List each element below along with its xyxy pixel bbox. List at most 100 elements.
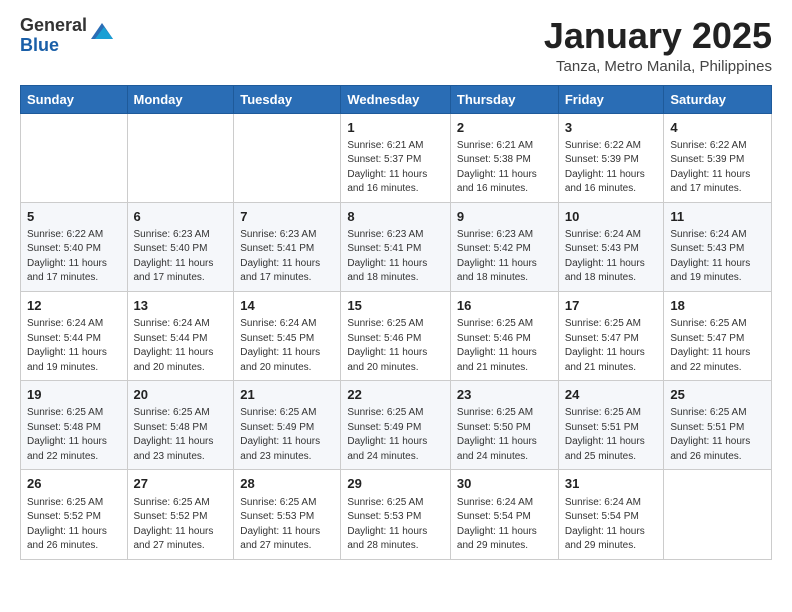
calendar-cell: 17 Sunrise: 6:25 AMSunset: 5:47 PMDayligh… [558, 291, 664, 380]
calendar-cell: 14 Sunrise: 6:24 AMSunset: 5:45 PMDayligh… [234, 291, 341, 380]
day-info: Sunrise: 6:25 AMSunset: 5:46 PMDaylight:… [457, 317, 552, 375]
calendar-cell: 24 Sunrise: 6:25 AMSunset: 5:51 PMDayligh… [558, 381, 664, 470]
calendar-week-row: 1 Sunrise: 6:21 AMSunset: 5:37 PMDaylight… [21, 113, 772, 202]
day-info: Sunrise: 6:25 AMSunset: 5:49 PMDaylight:… [240, 406, 334, 464]
calendar-cell: 9 Sunrise: 6:23 AMSunset: 5:42 PMDaylight… [450, 202, 558, 291]
calendar-cell: 7Sunrise: 6:23 AMSunset: 5:41 PMDaylight… [234, 202, 341, 291]
calendar-cell: 13 Sunrise: 6:24 AMSunset: 5:44 PMDayligh… [127, 291, 234, 380]
calendar-cell: 15Sunrise: 6:25 AMSunset: 5:46 PMDayligh… [341, 291, 451, 380]
day-info: Sunrise: 6:21 AMSunset: 5:37 PMDaylight:… [347, 139, 444, 197]
calendar-cell: 31Sunrise: 6:24 AMSunset: 5:54 PMDayligh… [558, 470, 664, 559]
calendar-cell: 30 Sunrise: 6:24 AMSunset: 5:54 PMDayligh… [450, 470, 558, 559]
location-subtitle: Tanza, Metro Manila, Philippines [544, 58, 772, 75]
day-info: Sunrise: 6:24 AMSunset: 5:45 PMDaylight:… [240, 317, 334, 375]
calendar-cell [21, 113, 128, 202]
calendar-cell: 16 Sunrise: 6:25 AMSunset: 5:46 PMDayligh… [450, 291, 558, 380]
title-area: January 2025 Tanza, Metro Manila, Philip… [544, 16, 772, 75]
day-info: Sunrise: 6:24 AMSunset: 5:44 PMDaylight:… [27, 317, 121, 375]
calendar-cell: 2Sunrise: 6:21 AMSunset: 5:38 PMDaylight… [450, 113, 558, 202]
day-number: 14 [240, 297, 334, 315]
day-number: 25 [670, 386, 765, 404]
day-number: 16 [457, 297, 552, 315]
day-number: 10 [565, 208, 658, 226]
day-number: 27 [134, 475, 228, 493]
calendar-header-row: SundayMondayTuesdayWednesdayThursdayFrid… [21, 85, 772, 113]
day-number: 22 [347, 386, 444, 404]
day-info: Sunrise: 6:25 AMSunset: 5:47 PMDaylight:… [670, 317, 765, 375]
day-info: Sunrise: 6:25 AMSunset: 5:53 PMDaylight:… [347, 496, 444, 554]
calendar-cell: 18Sunrise: 6:25 AMSunset: 5:47 PMDayligh… [664, 291, 772, 380]
calendar-header-friday: Friday [558, 85, 664, 113]
logo-icon [91, 21, 113, 43]
calendar-header-tuesday: Tuesday [234, 85, 341, 113]
page-header: General Blue January 2025 Tanza, Metro M… [20, 16, 772, 75]
logo-general-text: General [20, 16, 87, 36]
calendar-cell: 8 Sunrise: 6:23 AMSunset: 5:41 PMDaylight… [341, 202, 451, 291]
day-number: 29 [347, 475, 444, 493]
calendar-week-row: 5 Sunrise: 6:22 AMSunset: 5:40 PMDaylight… [21, 202, 772, 291]
day-info: Sunrise: 6:24 AMSunset: 5:43 PMDaylight:… [670, 228, 765, 286]
day-info: Sunrise: 6:25 AMSunset: 5:50 PMDaylight:… [457, 406, 552, 464]
calendar-cell: 21 Sunrise: 6:25 AMSunset: 5:49 PMDayligh… [234, 381, 341, 470]
calendar-header-sunday: Sunday [21, 85, 128, 113]
calendar-header-thursday: Thursday [450, 85, 558, 113]
calendar-cell: 29 Sunrise: 6:25 AMSunset: 5:53 PMDayligh… [341, 470, 451, 559]
calendar-cell: 6Sunrise: 6:23 AMSunset: 5:40 PMDaylight… [127, 202, 234, 291]
day-info: Sunrise: 6:22 AMSunset: 5:39 PMDaylight:… [670, 139, 765, 197]
calendar-cell: 19 Sunrise: 6:25 AMSunset: 5:48 PMDayligh… [21, 381, 128, 470]
day-info: Sunrise: 6:25 AMSunset: 5:51 PMDaylight:… [565, 406, 658, 464]
day-info: Sunrise: 6:23 AMSunset: 5:41 PMDaylight:… [240, 228, 334, 286]
calendar-header-monday: Monday [127, 85, 234, 113]
day-number: 3 [565, 119, 658, 137]
day-number: 24 [565, 386, 658, 404]
day-number: 6 [134, 208, 228, 226]
day-number: 17 [565, 297, 658, 315]
day-number: 21 [240, 386, 334, 404]
day-info: Sunrise: 6:25 AMSunset: 5:47 PMDaylight:… [565, 317, 658, 375]
calendar-cell: 20Sunrise: 6:25 AMSunset: 5:48 PMDayligh… [127, 381, 234, 470]
day-number: 9 [457, 208, 552, 226]
calendar-header-wednesday: Wednesday [341, 85, 451, 113]
day-number: 8 [347, 208, 444, 226]
calendar-cell: 5 Sunrise: 6:22 AMSunset: 5:40 PMDaylight… [21, 202, 128, 291]
day-number: 2 [457, 119, 552, 137]
day-number: 1 [347, 119, 444, 137]
calendar-cell: 28Sunrise: 6:25 AMSunset: 5:53 PMDayligh… [234, 470, 341, 559]
day-info: Sunrise: 6:23 AMSunset: 5:42 PMDaylight:… [457, 228, 552, 286]
day-info: Sunrise: 6:24 AMSunset: 5:54 PMDaylight:… [457, 496, 552, 554]
calendar-cell: 1 Sunrise: 6:21 AMSunset: 5:37 PMDaylight… [341, 113, 451, 202]
calendar-cell [234, 113, 341, 202]
calendar-week-row: 26Sunrise: 6:25 AMSunset: 5:52 PMDayligh… [21, 470, 772, 559]
calendar-cell: 26Sunrise: 6:25 AMSunset: 5:52 PMDayligh… [21, 470, 128, 559]
calendar-cell [664, 470, 772, 559]
day-info: Sunrise: 6:25 AMSunset: 5:46 PMDaylight:… [347, 317, 444, 375]
calendar-cell: 11Sunrise: 6:24 AMSunset: 5:43 PMDayligh… [664, 202, 772, 291]
calendar-cell: 10Sunrise: 6:24 AMSunset: 5:43 PMDayligh… [558, 202, 664, 291]
day-info: Sunrise: 6:23 AMSunset: 5:41 PMDaylight:… [347, 228, 444, 286]
calendar-cell [127, 113, 234, 202]
day-number: 28 [240, 475, 334, 493]
day-info: Sunrise: 6:25 AMSunset: 5:48 PMDaylight:… [27, 406, 121, 464]
day-number: 5 [27, 208, 121, 226]
day-number: 19 [27, 386, 121, 404]
day-number: 30 [457, 475, 552, 493]
day-info: Sunrise: 6:24 AMSunset: 5:54 PMDaylight:… [565, 496, 658, 554]
calendar-cell: 4 Sunrise: 6:22 AMSunset: 5:39 PMDaylight… [664, 113, 772, 202]
calendar-week-row: 19 Sunrise: 6:25 AMSunset: 5:48 PMDayligh… [21, 381, 772, 470]
day-number: 13 [134, 297, 228, 315]
calendar-week-row: 12 Sunrise: 6:24 AMSunset: 5:44 PMDayligh… [21, 291, 772, 380]
calendar-cell: 25 Sunrise: 6:25 AMSunset: 5:51 PMDayligh… [664, 381, 772, 470]
day-number: 12 [27, 297, 121, 315]
day-info: Sunrise: 6:25 AMSunset: 5:51 PMDaylight:… [670, 406, 765, 464]
day-info: Sunrise: 6:22 AMSunset: 5:40 PMDaylight:… [27, 228, 121, 286]
calendar-cell: 22Sunrise: 6:25 AMSunset: 5:49 PMDayligh… [341, 381, 451, 470]
calendar-cell: 23Sunrise: 6:25 AMSunset: 5:50 PMDayligh… [450, 381, 558, 470]
day-info: Sunrise: 6:24 AMSunset: 5:44 PMDaylight:… [134, 317, 228, 375]
month-title: January 2025 [544, 16, 772, 56]
day-number: 26 [27, 475, 121, 493]
calendar-table: SundayMondayTuesdayWednesdayThursdayFrid… [20, 85, 772, 560]
calendar-header-saturday: Saturday [664, 85, 772, 113]
day-number: 4 [670, 119, 765, 137]
calendar-cell: 3Sunrise: 6:22 AMSunset: 5:39 PMDaylight… [558, 113, 664, 202]
logo: General Blue [20, 16, 113, 56]
